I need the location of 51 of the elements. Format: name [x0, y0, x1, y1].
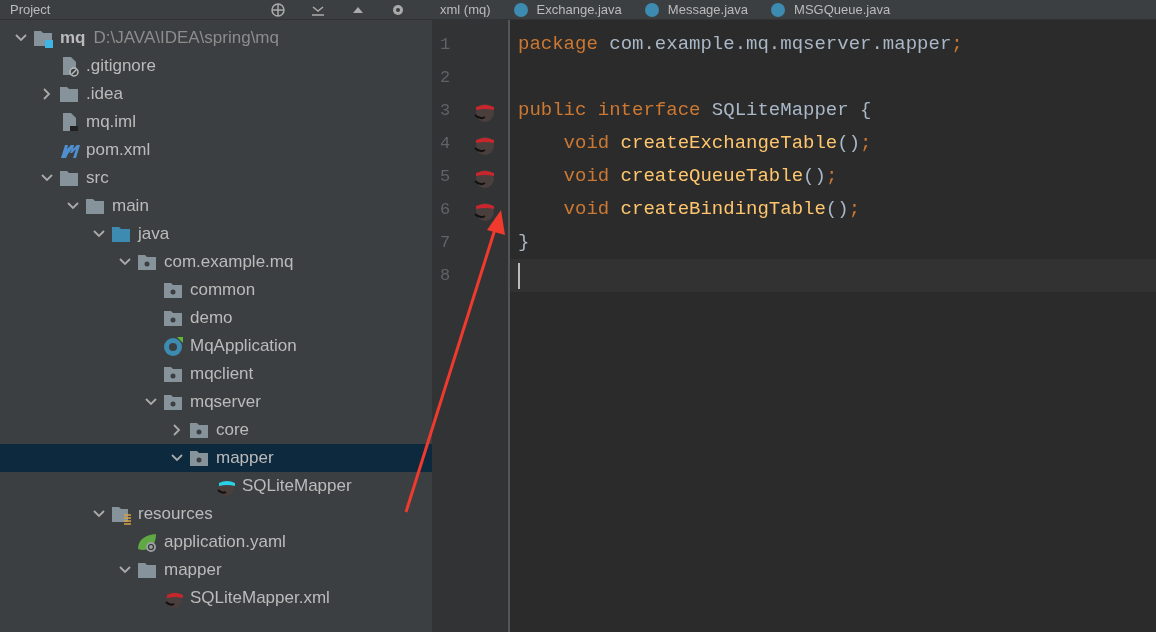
chevron-down-icon	[93, 510, 105, 518]
tree-item[interactable]: .idea	[0, 80, 432, 108]
tree-item[interactable]: SQLiteMapper.xml	[0, 584, 432, 612]
tree-item[interactable]: mapper	[0, 444, 432, 472]
tree-item[interactable]: application.yaml	[0, 528, 432, 556]
text-cursor	[518, 262, 520, 289]
chevron-down-icon	[119, 258, 131, 266]
chevron-down-icon	[119, 566, 131, 574]
tree-item[interactable]: common	[0, 276, 432, 304]
tree-item[interactable]: MqApplication	[0, 332, 432, 360]
target-icon	[270, 2, 286, 17]
tree-item[interactable]: java	[0, 220, 432, 248]
tree-item[interactable]: mqclient	[0, 360, 432, 388]
project-path: D:\JAVA\IDEA\spring\mq	[93, 27, 279, 50]
editor-tab[interactable]: Exchange.java	[504, 0, 636, 20]
panel-title: Project	[10, 0, 51, 19]
chevron-right-icon	[173, 424, 181, 436]
chevron-down-icon	[145, 398, 157, 406]
editor-tab[interactable]: xml (mq)	[432, 0, 505, 20]
tree-item[interactable]: demo	[0, 304, 432, 332]
tree-item[interactable]: mqserver	[0, 388, 432, 416]
tree-item[interactable]: pom.xml	[0, 136, 432, 164]
code-line: void createQueueTable();	[562, 164, 838, 190]
editor-tab[interactable]: MSGQueue.java	[762, 0, 905, 20]
tree-item[interactable]: src	[0, 164, 432, 192]
chevron-down-icon	[93, 230, 105, 238]
tree-item[interactable]: core	[0, 416, 432, 444]
class-icon	[770, 1, 787, 18]
chevron-down-icon	[171, 454, 183, 462]
editor-tab[interactable]: Message.java	[635, 0, 763, 20]
tree-item[interactable]: resources	[0, 500, 432, 528]
class-icon	[643, 1, 660, 18]
tree-item[interactable]: mq D:\JAVA\IDEA\spring\mq	[0, 24, 432, 52]
code-line: }	[518, 230, 530, 256]
tree-item[interactable]: mapper	[0, 556, 432, 584]
tree-item[interactable]: .gitignore	[0, 52, 432, 80]
chevron-right-icon	[43, 88, 51, 100]
code-line: void createBindingTable();	[562, 197, 861, 223]
leaf-icon	[136, 531, 158, 553]
class-icon	[162, 335, 184, 357]
code-line: public interface SQLiteMapper {	[518, 98, 872, 124]
chevron-down-icon	[67, 202, 79, 210]
class-icon	[512, 1, 529, 18]
code-line: void createExchangeTable();	[562, 131, 872, 157]
tree-item[interactable]: main	[0, 192, 432, 220]
tree-item[interactable]: mq.iml	[0, 108, 432, 136]
chevron-down-icon	[41, 174, 53, 182]
tree-item[interactable]: SQLiteMapper	[0, 472, 432, 500]
chevron-down-icon	[15, 34, 27, 42]
code-line: package com.example.mq.mqserver.mapper;	[518, 32, 963, 58]
tree-item[interactable]: com.example.mq	[0, 248, 432, 276]
